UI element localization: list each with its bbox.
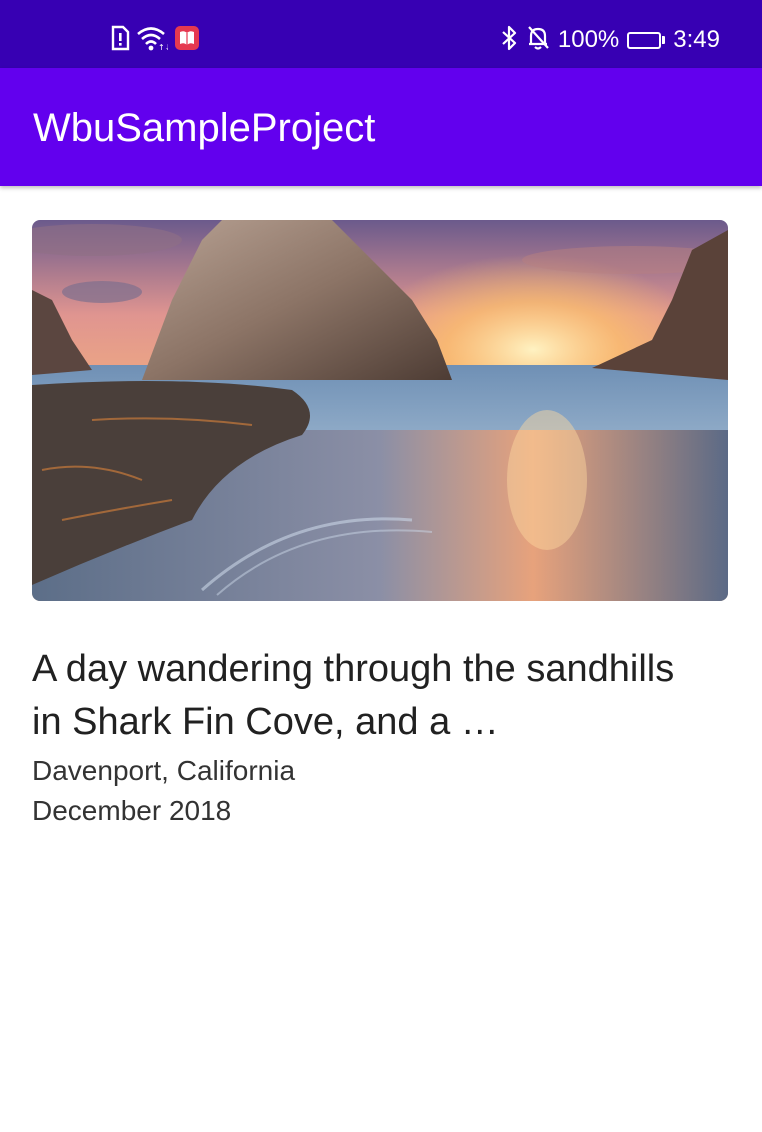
post-photo[interactable] <box>32 220 728 601</box>
status-bar: ↑↓ 100% 3:49 <box>0 0 762 68</box>
notification-app-icon <box>174 25 200 56</box>
status-bar-left-icons: ↑↓ <box>108 24 200 56</box>
battery-icon <box>627 31 666 49</box>
post-location: Davenport, California <box>32 755 296 786</box>
status-time: 3:49 <box>673 26 720 53</box>
app-title: WbuSampleProject <box>33 106 376 150</box>
bluetooth-icon <box>500 24 518 57</box>
wifi-icon: ↑↓ <box>136 25 171 56</box>
post-date: December 2018 <box>32 795 232 826</box>
svg-text:↑↓: ↑↓ <box>158 43 168 51</box>
battery-percentage: 100% <box>557 26 620 53</box>
app-bar: WbuSampleProject <box>0 68 762 186</box>
bell-off-icon <box>526 24 550 57</box>
sim-alert-icon <box>108 25 130 56</box>
post-title: A day wandering through the sandhills in… <box>32 648 675 743</box>
post-card[interactable]: A day wandering through the sandhills in… <box>32 220 728 831</box>
status-bar-right-icons: 100% 3:49 <box>500 24 720 56</box>
